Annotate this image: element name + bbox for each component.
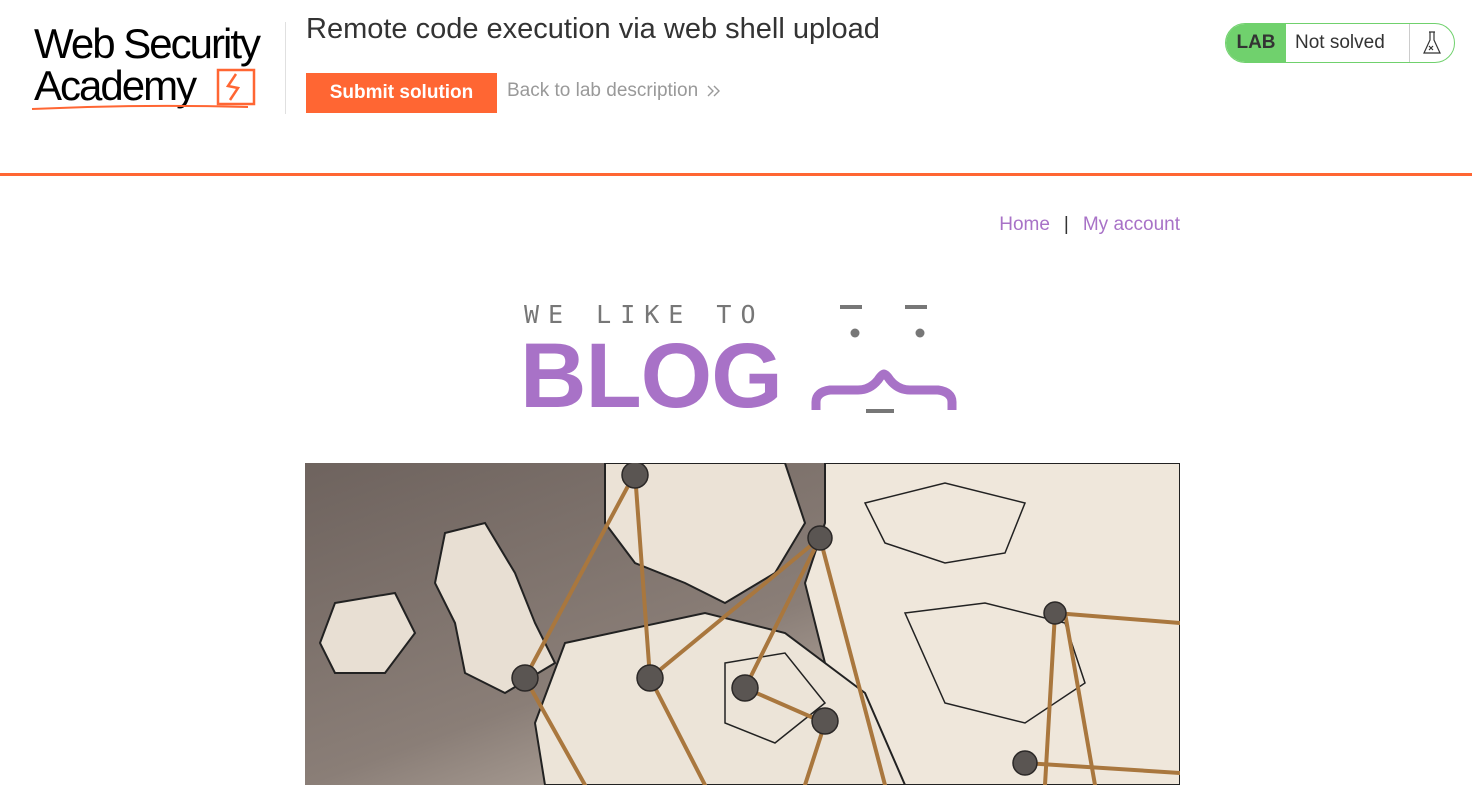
lab-badge: LAB bbox=[1226, 24, 1286, 62]
logo-text-line1: Web Security bbox=[34, 20, 261, 67]
back-link-label: Back to lab description bbox=[507, 80, 699, 101]
web-security-academy-logo[interactable]: Web Security Academy bbox=[30, 20, 282, 112]
curly-face-icon bbox=[811, 305, 957, 413]
nav-separator: | bbox=[1063, 214, 1069, 235]
flask-icon bbox=[1410, 24, 1454, 62]
submit-solution-button[interactable]: Submit solution bbox=[306, 73, 497, 113]
banner-blog-word: BLOG bbox=[520, 325, 783, 427]
top-nav: Home | My account bbox=[999, 214, 1180, 236]
back-to-lab-description-link[interactable]: Back to lab description bbox=[507, 80, 722, 102]
logo-underline-icon bbox=[31, 104, 249, 110]
lab-title: Remote code execution via web shell uplo… bbox=[306, 13, 880, 45]
double-chevron-right-icon bbox=[707, 85, 721, 97]
lab-status-widget: LAB Not solved bbox=[1225, 23, 1455, 63]
europe-map-with-pins-image bbox=[305, 463, 1180, 785]
header-divider bbox=[285, 22, 286, 114]
lab-header: Web Security Academy Remote code executi… bbox=[0, 0, 1472, 176]
nav-my-account-link[interactable]: My account bbox=[1083, 214, 1180, 236]
blog-banner: WE LIKE TO BLOG bbox=[520, 298, 965, 423]
lab-status-text: Not solved bbox=[1286, 24, 1410, 62]
nav-home-link[interactable]: Home bbox=[999, 214, 1050, 236]
